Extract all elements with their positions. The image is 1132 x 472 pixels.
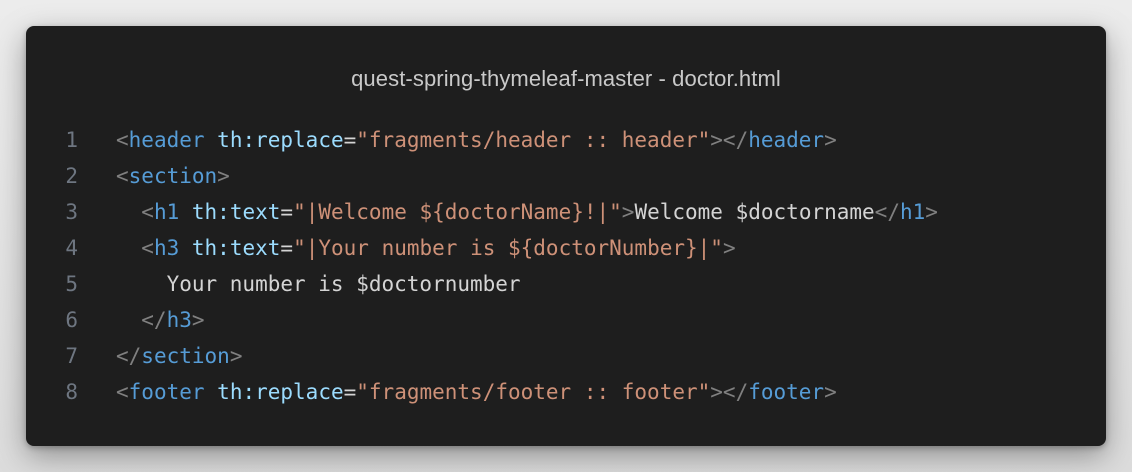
code-token-str: "fragments/header :: header" xyxy=(356,128,711,152)
code-token-punc: > xyxy=(824,380,837,404)
code-line: 4 <h3 th:text="|Your number is ${doctorNu… xyxy=(26,230,1106,266)
line-number: 2 xyxy=(65,164,78,188)
line-number: 6 xyxy=(65,308,78,332)
code-token-punc: > xyxy=(824,128,837,152)
code-token-text: Your number is $doctornumber xyxy=(166,272,521,296)
code-token-punc: > xyxy=(191,308,205,332)
code-line: 6 </h3> xyxy=(26,302,1106,338)
line-content: <h3 th:text="|Your number is ${doctorNum… xyxy=(116,230,736,266)
code-token-attr: th:text xyxy=(191,200,281,224)
code-token-text: = xyxy=(280,200,294,224)
code-token-tag: h3 xyxy=(166,308,192,332)
code-token-text: = xyxy=(343,128,357,152)
code-token-tag: h1 xyxy=(899,200,926,224)
code-token-punc: > xyxy=(722,236,736,260)
window-title: quest-spring-thymeleaf-master - doctor.h… xyxy=(351,66,781,91)
line-number: 3 xyxy=(65,200,78,224)
code-token-tag: h3 xyxy=(153,236,180,260)
code-token-tag: header xyxy=(128,128,205,152)
code-line: 8 <footer th:replace="fragments/footer ::… xyxy=(26,374,1106,410)
code-token-punc: </ xyxy=(874,200,900,224)
line-content: <header th:replace="fragments/header :: … xyxy=(116,122,837,158)
line-content: <footer th:replace="fragments/footer :: … xyxy=(116,374,837,410)
code-token-punc: < xyxy=(116,164,129,188)
code-line: 5 Your number is $doctornumber xyxy=(26,266,1106,302)
code-token-punc: </ xyxy=(141,308,167,332)
code-token-punc: ></ xyxy=(710,380,749,404)
code-token-str: "|Welcome ${doctorName}!|" xyxy=(293,200,622,224)
code-token-tag: section xyxy=(128,164,218,188)
code-token-punc: > xyxy=(217,164,230,188)
line-number: 5 xyxy=(65,272,78,296)
code-token-punc: > xyxy=(925,200,938,224)
line-content: </h3> xyxy=(116,302,205,338)
code-line: 2 <section> xyxy=(26,158,1106,194)
line-content: </section> xyxy=(116,338,242,374)
line-content: <h1 th:text="|Welcome ${doctorName}!|">W… xyxy=(116,194,938,230)
code-line: 7 </section> xyxy=(26,338,1106,374)
code-token-punc: < xyxy=(116,380,129,404)
line-number: 4 xyxy=(65,236,78,260)
code-token-attr: th:replace xyxy=(217,380,344,404)
code-token-str: "fragments/footer :: footer" xyxy=(356,380,711,404)
code-block: 1 <header th:replace="fragments/header ::… xyxy=(26,122,1106,410)
code-token-punc: </ xyxy=(116,344,142,368)
code-line: 1 <header th:replace="fragments/header ::… xyxy=(26,122,1106,158)
code-token-punc: < xyxy=(141,236,154,260)
code-token-punc: < xyxy=(116,128,129,152)
line-content: Your number is $doctornumber xyxy=(116,266,521,302)
code-token-attr: th:text xyxy=(191,236,281,260)
code-line: 3 <h1 th:text="|Welcome ${doctorName}!|">… xyxy=(26,194,1106,230)
code-token-punc: ></ xyxy=(710,128,749,152)
code-token-punc: > xyxy=(621,200,635,224)
code-token-text: = xyxy=(343,380,357,404)
line-number: 8 xyxy=(65,380,78,404)
line-number: 7 xyxy=(65,344,78,368)
code-token-str: "|Your number is ${doctorNumber}|" xyxy=(293,236,723,260)
code-token-text: Welcome $doctorname xyxy=(634,200,875,224)
code-token-tag: header xyxy=(748,128,825,152)
line-content: <section> xyxy=(116,158,230,194)
code-token-tag: footer xyxy=(748,380,825,404)
code-token-punc: < xyxy=(141,200,154,224)
code-token-attr: th:replace xyxy=(217,128,344,152)
code-token-punc: > xyxy=(229,344,243,368)
code-token-tag: section xyxy=(141,344,230,368)
code-window: quest-spring-thymeleaf-master - doctor.h… xyxy=(26,26,1106,446)
code-token-tag: footer xyxy=(128,380,205,404)
code-token-tag: h1 xyxy=(153,200,180,224)
line-number: 1 xyxy=(65,128,78,152)
code-token-text: = xyxy=(280,236,294,260)
